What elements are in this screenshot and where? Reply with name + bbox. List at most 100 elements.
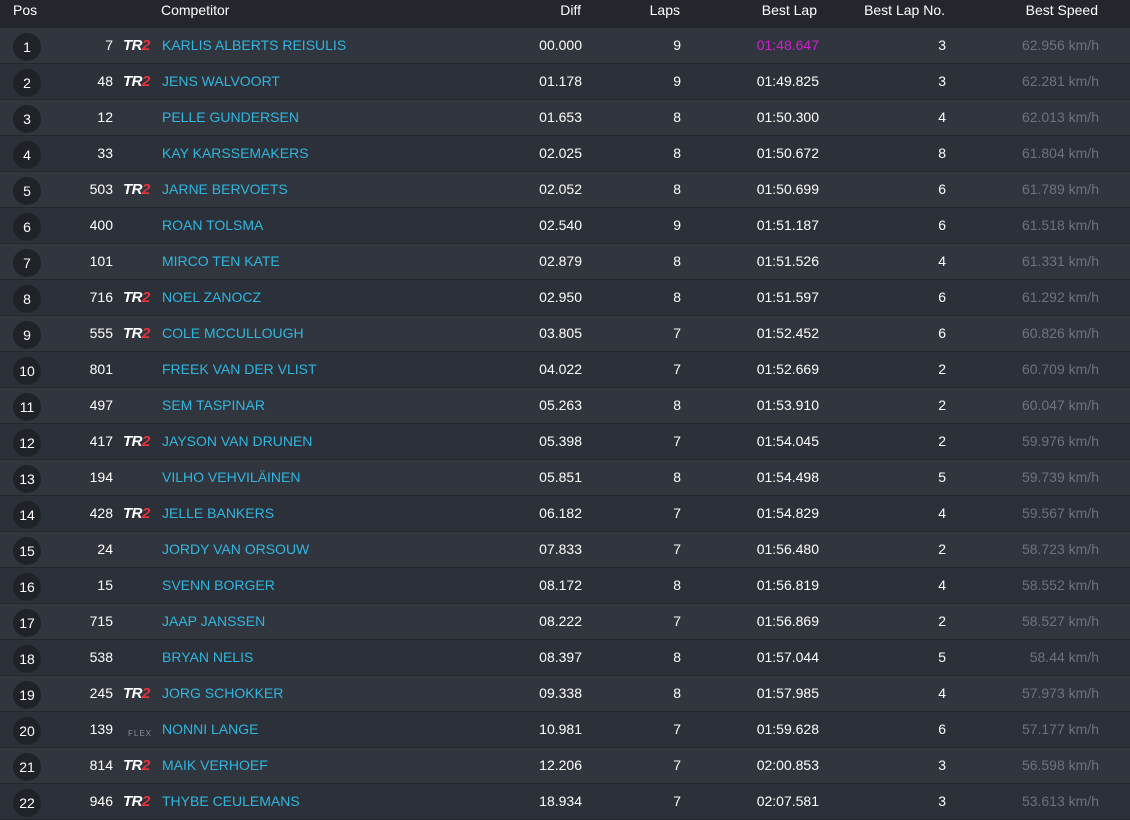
laps-value: 7	[673, 325, 681, 341]
table-row[interactable]: 21 814 TR2 MAIK VERHOEF 12.206 7 02:00.853 3 56.…	[0, 748, 1130, 784]
position-badge: 14	[13, 501, 41, 529]
best-lap-no-value: 3	[938, 793, 946, 809]
car-number: 194	[89, 469, 113, 485]
competitor-name-link[interactable]: JELLE BANKERS	[162, 505, 274, 522]
diff-value: 08.172	[539, 577, 582, 593]
car-number: 555	[89, 325, 113, 341]
best-lap-value: 01:52.452	[756, 325, 819, 341]
position-badge: 8	[13, 285, 41, 313]
best-speed-value: 61.789 km/h	[1021, 181, 1099, 197]
car-number: 801	[89, 361, 113, 377]
competitor-name-link[interactable]: NOEL ZANOCZ	[162, 289, 261, 306]
laps-value: 8	[673, 397, 681, 413]
header-laps[interactable]: Laps	[650, 2, 680, 18]
car-number: 417	[89, 433, 113, 449]
table-row[interactable]: 5 503 TR2 JARNE BERVOETS 02.052 8 01:50.699 6 61…	[0, 172, 1130, 208]
best-lap-value: 01:54.498	[756, 469, 819, 485]
best-speed-value: 58.552 km/h	[1021, 577, 1099, 593]
best-speed-value: 61.292 km/h	[1021, 289, 1099, 305]
competitor-name-link[interactable]: BRYAN NELIS	[162, 649, 253, 666]
table-row[interactable]: 10 801 FREEK VAN DER VLIST 04.022 7 01:52.669…	[0, 352, 1130, 388]
car-number: 48	[97, 73, 113, 89]
table-row[interactable]: 20 139 FLEX NONNI LANGE 10.981 7 01:59.628 6 57.…	[0, 712, 1130, 748]
header-best-speed[interactable]: Best Speed	[1026, 2, 1098, 18]
best-lap-value: 01:56.869	[756, 613, 819, 629]
table-row[interactable]: 11 497 SEM TASPINAR 05.263 8 01:53.910 2 60.047…	[0, 388, 1130, 424]
best-lap-value: 01:50.672	[756, 145, 819, 161]
competitor-name-link[interactable]: MAIK VERHOEF	[162, 757, 268, 774]
header-best-lap[interactable]: Best Lap	[762, 2, 817, 18]
table-row[interactable]: 2 48 TR2 JENS WALVOORT 01.178 9 01:49.825 3 62.2…	[0, 64, 1130, 100]
car-number: 538	[89, 649, 113, 665]
best-lap-no-value: 2	[938, 397, 946, 413]
table-row[interactable]: 22 946 TR2 THYBE CEULEMANS 18.934 7 02:07.581 3…	[0, 784, 1130, 820]
competitor-name-link[interactable]: KARLIS ALBERTS REISULIS	[162, 37, 346, 54]
table-row[interactable]: 17 715 JAAP JANSSEN 08.222 7 01:56.869 2 58.527…	[0, 604, 1130, 640]
table-row[interactable]: 4 33 KAY KARSSEMAKERS 02.025 8 01:50.672 8 61.8…	[0, 136, 1130, 172]
competitor-name-link[interactable]: JAYSON VAN DRUNEN	[162, 433, 312, 450]
competitor-name-link[interactable]: JENS WALVOORT	[162, 73, 280, 90]
table-row[interactable]: 1 7 TR2 KARLIS ALBERTS REISULIS 00.000 9 01:48…	[0, 28, 1130, 64]
competitor-name-link[interactable]: JAAP JANSSEN	[162, 613, 265, 630]
table-row[interactable]: 8 716 TR2 NOEL ZANOCZ 02.950 8 01:51.597 6 61.29…	[0, 280, 1130, 316]
best-speed-value: 59.567 km/h	[1021, 505, 1099, 521]
best-lap-value: 01:54.829	[756, 505, 819, 521]
best-speed-value: 60.047 km/h	[1021, 397, 1099, 413]
best-lap-value: 01:59.628	[756, 721, 819, 737]
results-table-header: Pos Competitor Diff Laps Best Lap Best L…	[0, 0, 1130, 29]
competitor-name-link[interactable]: KAY KARSSEMAKERS	[162, 145, 309, 162]
diff-value: 02.950	[539, 289, 582, 305]
competitor-name-link[interactable]: SVENN BORGER	[162, 577, 275, 594]
competitor-name-link[interactable]: THYBE CEULEMANS	[162, 793, 300, 810]
position-badge: 7	[13, 249, 41, 277]
table-row[interactable]: 15 24 JORDY VAN ORSOUW 07.833 7 01:56.480 2 58.…	[0, 532, 1130, 568]
competitor-name-link[interactable]: SEM TASPINAR	[162, 397, 265, 414]
best-speed-value: 53.613 km/h	[1021, 793, 1099, 809]
best-speed-value: 56.598 km/h	[1021, 757, 1099, 773]
competitor-name-link[interactable]: VILHO VEHVILÄINEN	[162, 469, 301, 486]
best-lap-value: 01:56.480	[756, 541, 819, 557]
diff-value: 01.178	[539, 73, 582, 89]
header-competitor[interactable]: Competitor	[161, 2, 229, 18]
header-pos[interactable]: Pos	[13, 2, 37, 18]
laps-value: 9	[673, 37, 681, 53]
best-lap-no-value: 4	[938, 685, 946, 701]
header-best-lap-no[interactable]: Best Lap No.	[864, 2, 945, 18]
laps-value: 8	[673, 649, 681, 665]
competitor-name-link[interactable]: MIRCO TEN KATE	[162, 253, 280, 270]
competitor-name-link[interactable]: ROAN TOLSMA	[162, 217, 263, 234]
table-row[interactable]: 19 245 TR2 JORG SCHOKKER 09.338 8 01:57.985 4 57…	[0, 676, 1130, 712]
position-badge: 4	[13, 141, 41, 169]
table-row[interactable]: 6 400 ROAN TOLSMA 02.540 9 01:51.187 6 61.518 k…	[0, 208, 1130, 244]
competitor-name-link[interactable]: JARNE BERVOETS	[162, 181, 288, 198]
table-row[interactable]: 12 417 TR2 JAYSON VAN DRUNEN 05.398 7 01:54.04…	[0, 424, 1130, 460]
position-badge: 18	[13, 645, 41, 673]
position-badge: 10	[13, 357, 41, 385]
class-badge-tr2: TR2	[123, 37, 150, 54]
car-number: 400	[89, 217, 113, 233]
best-speed-value: 62.013 km/h	[1021, 109, 1099, 125]
competitor-name-link[interactable]: COLE MCCULLOUGH	[162, 325, 304, 342]
competitor-name-link[interactable]: JORDY VAN ORSOUW	[162, 541, 309, 558]
table-row[interactable]: 13 194 VILHO VEHVILÄINEN 05.851 8 01:54.498 5 5…	[0, 460, 1130, 496]
competitor-name-link[interactable]: PELLE GUNDERSEN	[162, 109, 299, 126]
results-table-body: 1 7 TR2 KARLIS ALBERTS REISULIS 00.000 9 01:48…	[0, 28, 1130, 820]
best-lap-no-value: 3	[938, 37, 946, 53]
table-row[interactable]: 3 12 PELLE GUNDERSEN 01.653 8 01:50.300 4 62.01…	[0, 100, 1130, 136]
position-badge: 19	[13, 681, 41, 709]
table-row[interactable]: 9 555 TR2 COLE MCCULLOUGH 03.805 7 01:52.452 6 6…	[0, 316, 1130, 352]
best-lap-no-value: 5	[938, 469, 946, 485]
competitor-name-link[interactable]: JORG SCHOKKER	[162, 685, 283, 702]
table-row[interactable]: 18 538 BRYAN NELIS 08.397 8 01:57.044 5 58.44 k…	[0, 640, 1130, 676]
table-row[interactable]: 7 101 MIRCO TEN KATE 02.879 8 01:51.526 4 61.33…	[0, 244, 1130, 280]
header-diff[interactable]: Diff	[560, 2, 581, 18]
table-row[interactable]: 14 428 TR2 JELLE BANKERS 06.182 7 01:54.829 4 59…	[0, 496, 1130, 532]
class-badge-tr2: TR2	[123, 325, 150, 342]
best-lap-no-value: 2	[938, 613, 946, 629]
table-row[interactable]: 16 15 SVENN BORGER 08.172 8 01:56.819 4 58.552 …	[0, 568, 1130, 604]
best-lap-value: 01:49.825	[756, 73, 819, 89]
diff-value: 10.981	[539, 721, 582, 737]
competitor-name-link[interactable]: FREEK VAN DER VLIST	[162, 361, 317, 378]
competitor-name-link[interactable]: NONNI LANGE	[162, 721, 258, 738]
laps-value: 8	[673, 469, 681, 485]
